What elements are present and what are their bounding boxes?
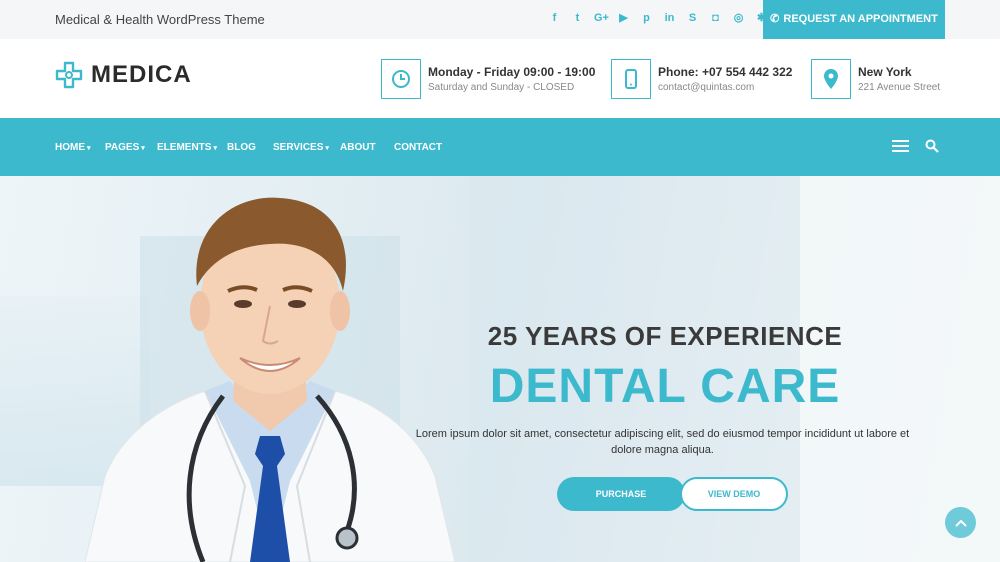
scroll-to-top-button[interactable] [945, 507, 976, 538]
clock-icon [381, 59, 421, 99]
youtube-icon[interactable]: ▶ [617, 11, 630, 25]
chevron-down-icon: ▾ [325, 145, 329, 152]
chevron-down-icon: ▾ [141, 145, 145, 152]
doctor-photo [85, 197, 455, 562]
skype-icon[interactable]: S [686, 11, 699, 25]
hero-description: Lorem ipsum dolor sit amet, consectetur … [415, 428, 910, 456]
hero-slider: 25 YEARS OF EXPERIENCE DENTAL CARE Lorem… [0, 176, 1000, 562]
location-title: New York [858, 65, 912, 79]
chevron-up-icon [954, 519, 967, 527]
facebook-icon[interactable]: f [548, 11, 561, 25]
request-appointment-label: REQUEST AN APPOINTMENT [783, 13, 938, 25]
nav-label: CONTACT [394, 142, 443, 153]
contact-phone: Phone: +07 554 442 322 contact@quintas.c… [611, 59, 792, 99]
nav-label: HOME [55, 142, 85, 153]
hero-subtitle: 25 YEARS OF EXPERIENCE [487, 321, 843, 351]
social-links: f t G+ ▶ p in S ◘ ◎ ✱ [548, 11, 768, 25]
address: New York 221 Avenue Street [811, 59, 940, 99]
site-header: MEDICA Monday - Friday 09:00 - 19:00 Sat… [0, 39, 1000, 118]
site-tagline: Medical & Health WordPress Theme [55, 12, 265, 27]
request-appointment-button[interactable]: ✆ REQUEST AN APPOINTMENT [763, 0, 945, 39]
mobile-phone-icon [611, 59, 651, 99]
nav-item-pages[interactable]: PAGES ▾ [105, 142, 145, 153]
phone-icon: ✆ [770, 13, 780, 25]
nav-item-blog[interactable]: BLOG [227, 142, 256, 153]
phone-title: Phone: +07 554 442 322 [658, 65, 793, 79]
nav-label: BLOG [227, 142, 256, 153]
location-subtitle: 221 Avenue Street [858, 82, 941, 93]
hamburger-menu-icon[interactable] [892, 140, 909, 152]
dribbble-icon[interactable]: ◎ [732, 11, 745, 25]
nav-item-about[interactable]: ABOUT [340, 142, 376, 153]
medical-cross-logo-icon [55, 61, 83, 89]
google-plus-icon[interactable]: G+ [594, 11, 609, 25]
search-icon[interactable] [925, 139, 939, 153]
top-bar: Medical & Health WordPress Theme f t G+ … [0, 0, 1000, 39]
linkedin-icon[interactable]: in [663, 11, 676, 25]
nav-item-home[interactable]: HOME ▾ [55, 142, 91, 153]
nav-label: PAGES [105, 142, 140, 153]
hours-subtitle: Saturday and Sunday - CLOSED [428, 82, 575, 93]
nav-label: ELEMENTS [157, 142, 212, 153]
map-pin-icon [811, 59, 851, 99]
instagram-icon[interactable]: ◘ [709, 11, 722, 25]
nav-label: ABOUT [340, 142, 376, 153]
email-link[interactable]: contact@quintas.com [658, 82, 792, 93]
twitter-icon[interactable]: t [571, 11, 584, 25]
logo-text: MEDICA [91, 61, 192, 88]
view-demo-button[interactable]: VIEW DEMO [680, 477, 788, 511]
nav-label: SERVICES [273, 142, 324, 153]
pinterest-icon[interactable]: p [640, 11, 653, 25]
chevron-down-icon: ▾ [213, 145, 217, 152]
main-navigation: HOME ▾ PAGES ▾ ELEMENTS ▾ BLOG SERVICES ▾ AB… [0, 118, 1000, 176]
chevron-down-icon: ▾ [87, 145, 91, 152]
nav-item-services[interactable]: SERVICES ▾ [273, 142, 329, 153]
nav-item-contact[interactable]: CONTACT [394, 142, 442, 153]
hero-title: DENTAL CARE [489, 360, 841, 413]
site-logo[interactable]: MEDICA [55, 61, 192, 89]
nav-item-elements[interactable]: ELEMENTS ▾ [157, 142, 217, 153]
purchase-button[interactable]: PURCHASE [557, 477, 685, 511]
hours-title: Monday - Friday 09:00 - 19:00 [428, 65, 596, 79]
opening-hours: Monday - Friday 09:00 - 19:00 Saturday a… [381, 59, 595, 99]
